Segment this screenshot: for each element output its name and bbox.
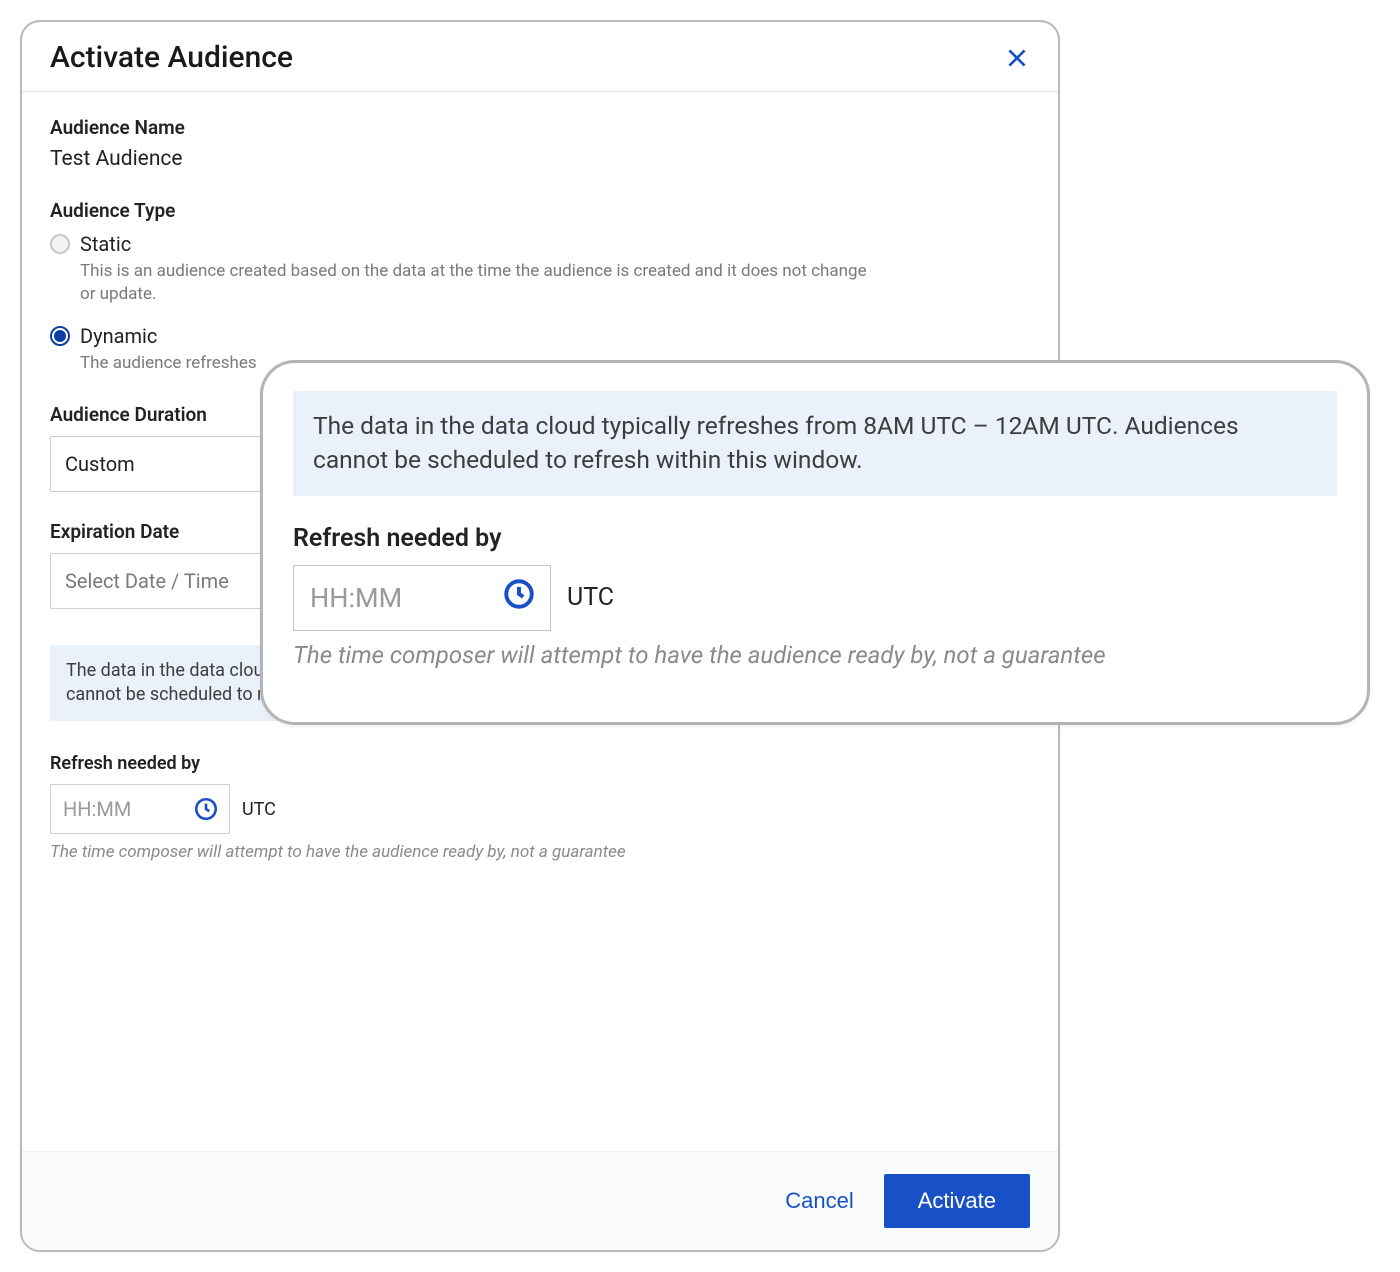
- zoom-refresh-info-banner: The data in the data cloud typically ref…: [293, 391, 1337, 496]
- clock-icon: [193, 796, 219, 822]
- radio-dynamic-label: Dynamic: [80, 324, 157, 348]
- activate-button[interactable]: Activate: [884, 1174, 1030, 1228]
- audience-name-label: Audience Name: [50, 116, 1030, 139]
- zoom-refresh-hint: The time composer will attempt to have t…: [293, 641, 1337, 669]
- close-icon[interactable]: [1004, 45, 1030, 71]
- zoom-refresh-needed-by-label: Refresh needed by: [293, 524, 1337, 553]
- zoom-timezone-label: UTC: [567, 583, 614, 612]
- audience-name-value: Test Audience: [50, 147, 1030, 171]
- refresh-time-row: HH:MM UTC: [50, 784, 1030, 834]
- zoom-refresh-time-placeholder: HH:MM: [310, 582, 402, 614]
- zoom-refresh-time-input[interactable]: HH:MM: [293, 565, 551, 631]
- modal-header: Activate Audience: [22, 22, 1058, 92]
- radio-dynamic[interactable]: [50, 326, 70, 346]
- refresh-time-placeholder: HH:MM: [63, 797, 131, 821]
- timezone-label: UTC: [242, 799, 276, 820]
- zoom-refresh-time-row: HH:MM UTC: [293, 565, 1337, 631]
- radio-dynamic-row[interactable]: Dynamic: [50, 324, 1030, 348]
- modal-footer: Cancel Activate: [22, 1151, 1058, 1250]
- audience-type-label: Audience Type: [50, 199, 1030, 222]
- radio-static-label: Static: [80, 232, 131, 256]
- modal-title: Activate Audience: [50, 40, 293, 75]
- expiration-placeholder: Select Date / Time: [65, 569, 229, 593]
- radio-static-help: This is an audience created based on the…: [80, 260, 880, 306]
- zoom-callout: The data in the data cloud typically ref…: [260, 360, 1370, 725]
- clock-icon: [502, 577, 536, 618]
- refresh-hint: The time composer will attempt to have t…: [50, 842, 1030, 862]
- refresh-needed-by-label: Refresh needed by: [50, 753, 1030, 774]
- cancel-button[interactable]: Cancel: [779, 1187, 859, 1215]
- duration-value: Custom: [65, 452, 135, 476]
- radio-static-row[interactable]: Static: [50, 232, 1030, 256]
- radio-static[interactable]: [50, 234, 70, 254]
- refresh-time-input[interactable]: HH:MM: [50, 784, 230, 834]
